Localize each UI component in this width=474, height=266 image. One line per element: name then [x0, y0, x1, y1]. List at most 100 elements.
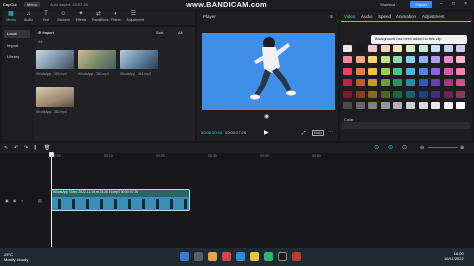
redo-icon[interactable]: ↷	[24, 145, 28, 151]
color-swatch[interactable]	[443, 56, 453, 64]
color-swatch[interactable]	[368, 79, 378, 87]
color-swatch[interactable]	[355, 56, 365, 64]
tab-filters[interactable]: ◐ Filters	[109, 11, 123, 25]
color-swatch[interactable]	[418, 79, 428, 87]
export-button[interactable]: Export	[410, 1, 432, 8]
tab-media[interactable]: ▦ Media	[4, 11, 18, 25]
link-icon[interactable]: ⊙	[388, 144, 393, 151]
tab-animation[interactable]: Animation	[396, 14, 416, 19]
media-thumbnail[interactable]	[120, 50, 158, 69]
tab-effects[interactable]: ✦ Effects	[74, 11, 88, 25]
color-swatch[interactable]	[393, 79, 403, 87]
tab-adjustment[interactable]: Adjustment	[422, 14, 445, 19]
media-thumbnail[interactable]	[36, 50, 74, 69]
color-swatch[interactable]	[418, 102, 428, 109]
tab-audio[interactable]: ♫ Audio	[22, 11, 36, 25]
color-swatch[interactable]	[418, 56, 428, 64]
color-swatch[interactable]	[380, 90, 390, 98]
color-swatch[interactable]	[406, 45, 415, 52]
hide-track-icon[interactable]: ◉	[13, 198, 17, 203]
tab-audio[interactable]: Audio	[361, 14, 373, 19]
minimize-icon[interactable]: –	[440, 1, 443, 7]
mute-track-icon[interactable]: ◐	[21, 198, 23, 203]
undo-icon[interactable]: ↶	[14, 145, 18, 151]
color-swatch[interactable]	[443, 79, 453, 87]
shortcut-button[interactable]: Shortcut	[380, 2, 395, 7]
video-preview-canvas[interactable]	[202, 33, 335, 110]
color-swatch[interactable]	[406, 56, 415, 64]
delete-icon[interactable]: 🗑	[44, 145, 50, 151]
bandicam-taskbar-icon[interactable]	[292, 252, 301, 261]
color-swatch[interactable]	[406, 67, 415, 75]
color-swatch[interactable]	[456, 79, 466, 87]
tab-adjustment[interactable]: ☰ Adjustment	[127, 11, 145, 25]
color-swatch[interactable]	[355, 67, 365, 75]
tab-speed[interactable]: Speed	[378, 14, 391, 19]
color-swatch[interactable]	[456, 56, 466, 64]
color-swatch[interactable]	[431, 56, 441, 64]
more-options-icon[interactable]: ≡	[330, 14, 333, 20]
color-swatch[interactable]	[456, 102, 466, 109]
color-swatch[interactable]	[355, 45, 365, 52]
color-swatch[interactable]	[431, 90, 441, 98]
close-icon[interactable]: ×	[464, 1, 467, 7]
playhead-handle[interactable]	[49, 152, 54, 157]
sidebar-item-library[interactable]: Library	[4, 53, 30, 61]
color-swatch[interactable]	[406, 79, 415, 87]
color-swatch[interactable]	[431, 45, 441, 52]
zoom-slider[interactable]	[428, 147, 458, 148]
zoom-fit-icon[interactable]: ◉	[264, 113, 269, 120]
color-swatch[interactable]	[406, 90, 415, 98]
snap-icon[interactable]: ⊙	[374, 144, 379, 151]
color-swatch[interactable]	[355, 79, 365, 87]
file-explorer-icon[interactable]	[208, 252, 217, 261]
menu-button[interactable]: Menu	[24, 2, 41, 7]
filter-all-button[interactable]: All	[178, 30, 182, 35]
lock-track-icon[interactable]: ▣	[5, 198, 9, 203]
edge-icon[interactable]	[236, 252, 245, 261]
color-swatch[interactable]	[343, 102, 352, 109]
color-swatch[interactable]	[393, 102, 403, 109]
color-swatch[interactable]	[431, 79, 441, 87]
color-swatch[interactable]	[443, 102, 453, 109]
color-swatch[interactable]	[418, 90, 428, 98]
color-swatch[interactable]	[418, 67, 428, 75]
more-options-icon[interactable]: ⋯	[328, 129, 333, 135]
play-icon[interactable]: ▶	[264, 129, 269, 136]
app-icon[interactable]	[250, 252, 259, 261]
start-icon[interactable]	[180, 252, 189, 261]
color-swatch[interactable]	[380, 45, 390, 52]
fullscreen-icon[interactable]: ⤢	[302, 130, 306, 135]
browser-icon[interactable]	[222, 252, 231, 261]
zoom-in-icon[interactable]: ⊕	[460, 145, 464, 151]
tab-text[interactable]: T Text	[39, 11, 53, 25]
sort-button[interactable]: Sort	[156, 30, 163, 35]
color-swatch[interactable]	[343, 67, 352, 75]
search-icon[interactable]	[194, 252, 203, 261]
select-tool-icon[interactable]: ↖	[4, 145, 8, 151]
preview-axis-icon[interactable]: ⊙	[402, 144, 407, 151]
tab-transitions[interactable]: ⇄ Transitions	[92, 11, 109, 25]
color-swatch[interactable]	[368, 45, 378, 52]
color-swatch[interactable]	[380, 56, 390, 64]
color-swatch[interactable]	[343, 56, 352, 64]
color-swatch[interactable]	[443, 45, 453, 52]
media-thumbnail[interactable]	[36, 87, 74, 107]
maximize-icon[interactable]: □	[452, 1, 455, 7]
color-swatch[interactable]	[380, 67, 390, 75]
zoom-out-icon[interactable]: ⊖	[420, 145, 424, 151]
color-swatch[interactable]	[443, 90, 453, 98]
cover-icon[interactable]: ▤	[38, 198, 42, 203]
media-thumbnail[interactable]	[78, 50, 116, 69]
color-swatch[interactable]	[343, 45, 352, 52]
ratio-button[interactable]: Ratio	[312, 130, 325, 136]
color-swatch[interactable]	[456, 45, 466, 52]
color-swatch[interactable]	[456, 67, 466, 75]
weather-widget[interactable]: 25°C Mostly cloudy	[4, 252, 28, 262]
color-swatch[interactable]	[343, 79, 352, 87]
color-swatch[interactable]	[443, 67, 453, 75]
color-swatch[interactable]	[380, 79, 390, 87]
tab-video[interactable]: Video	[344, 14, 355, 19]
tab-stickers[interactable]: ☺ Stickers	[57, 11, 71, 25]
color-swatch[interactable]	[431, 67, 441, 75]
